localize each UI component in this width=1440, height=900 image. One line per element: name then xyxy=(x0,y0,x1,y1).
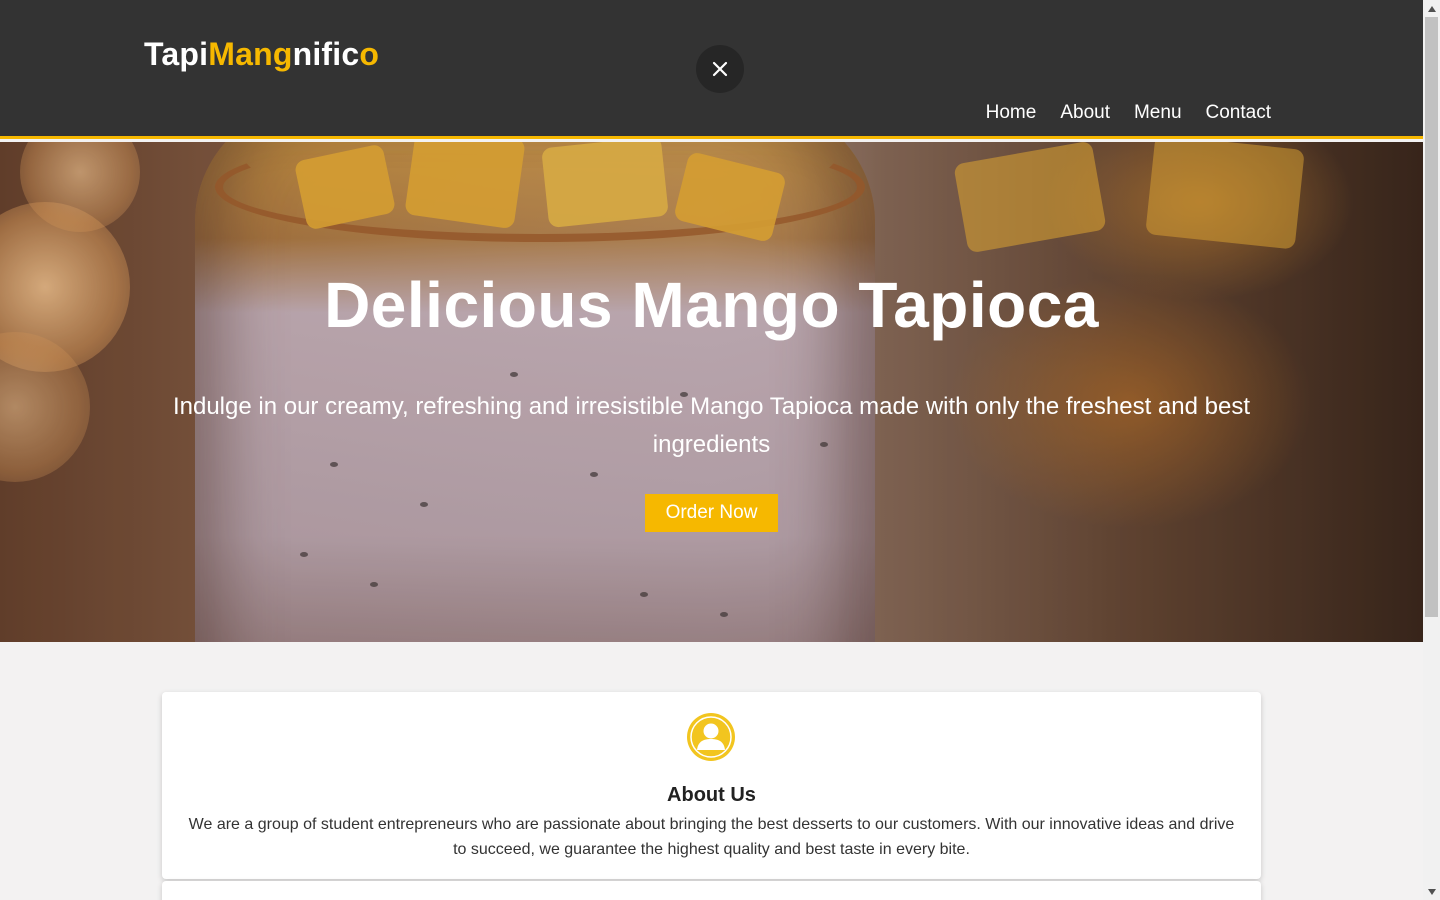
logo-part-3: nific xyxy=(292,36,360,72)
nav-about-link[interactable]: About xyxy=(1060,102,1110,124)
logo-part-1: Tapi xyxy=(144,36,209,72)
scroll-down-arrow-icon[interactable] xyxy=(1423,883,1440,900)
order-now-button[interactable]: Order Now xyxy=(645,494,778,532)
main-nav: Home About Menu Contact xyxy=(986,102,1271,124)
scrollbar-thumb[interactable] xyxy=(1425,17,1438,617)
nav-menu-link[interactable]: Menu xyxy=(1134,102,1182,124)
about-title: About Us xyxy=(667,784,756,806)
page: TapiMangnifico Home About Menu Contact D… xyxy=(0,0,1423,900)
nav-contact-link[interactable]: Contact xyxy=(1206,102,1271,124)
logo-part-4: o xyxy=(359,36,380,72)
hero-subtitle: Indulge in our creamy, refreshing and ir… xyxy=(172,393,1251,458)
about-card: About Us We are a group of student entre… xyxy=(162,692,1261,879)
close-icon xyxy=(712,61,728,77)
vertical-scrollbar[interactable] xyxy=(1423,0,1440,900)
hero-title: Delicious Mango Tapioca xyxy=(324,269,1099,341)
nav-home-link[interactable]: Home xyxy=(986,102,1037,124)
about-text: We are a group of student entrepreneurs … xyxy=(188,816,1235,858)
user-icon xyxy=(687,713,735,761)
logo-part-2: Mang xyxy=(208,36,293,72)
close-menu-button[interactable] xyxy=(696,45,744,93)
site-logo[interactable]: TapiMangnifico xyxy=(144,36,379,73)
site-header: TapiMangnifico Home About Menu Contact xyxy=(0,0,1423,139)
next-card xyxy=(162,881,1261,900)
scroll-up-arrow-icon[interactable] xyxy=(1423,0,1440,17)
